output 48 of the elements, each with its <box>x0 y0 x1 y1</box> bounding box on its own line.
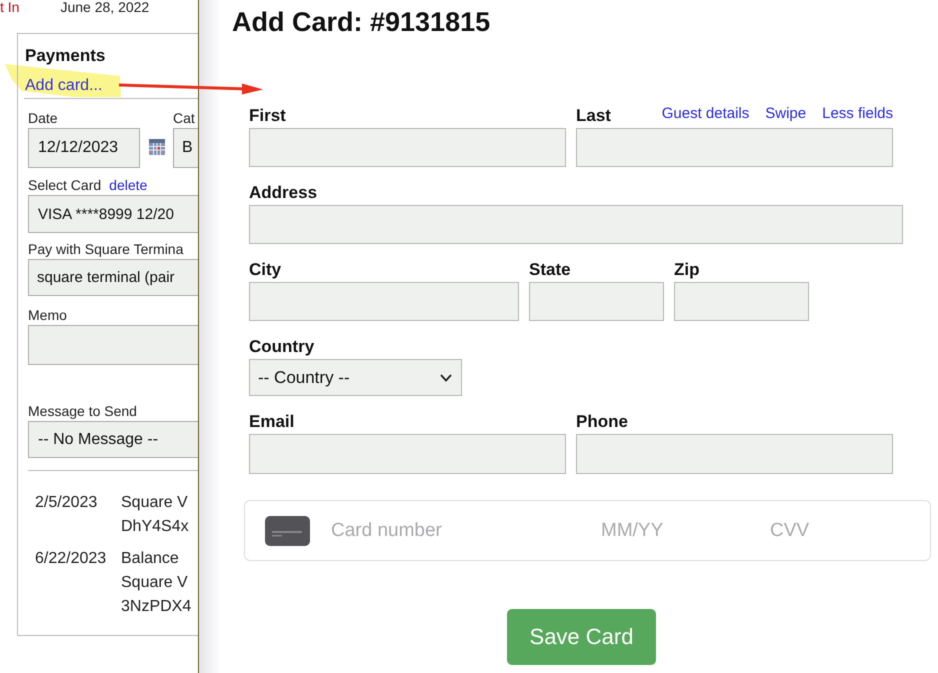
date-text: June 28, 2022 <box>60 0 150 14</box>
transaction-text: Balance <box>121 549 179 569</box>
text-field[interactable] <box>249 205 903 244</box>
transaction-text: Square V <box>121 493 188 513</box>
status-text: t In <box>0 0 20 14</box>
transaction-date: 6/22/2023 <box>35 549 108 569</box>
header-link[interactable]: Guest details <box>662 105 750 123</box>
transaction-date: 2/5/2023 <box>35 493 98 513</box>
transaction-text: DhY4S4x <box>121 517 189 537</box>
field-label: Phone <box>576 412 628 432</box>
field-label: Address <box>249 183 318 203</box>
card-select[interactable]: VISA ****8999 12/20 <box>28 195 198 233</box>
field-label: State <box>529 260 571 280</box>
field-label: City <box>249 260 282 280</box>
category-field[interactable]: B <box>173 128 198 168</box>
field-label: Memo <box>28 307 67 323</box>
text-field[interactable] <box>576 128 893 167</box>
select-field[interactable]: -- Country -- <box>249 359 462 396</box>
field-label: Pay with Square Termina <box>28 241 184 257</box>
field-label: First <box>249 106 286 126</box>
field-label: Zip <box>674 260 700 280</box>
memo-field[interactable] <box>28 325 198 365</box>
transaction-text: 3NzPDX4 <box>121 597 192 617</box>
delete-link[interactable]: delete <box>109 177 148 193</box>
field-label: Last <box>576 106 611 126</box>
card-icon <box>265 516 310 546</box>
calendar-icon[interactable] <box>149 139 165 155</box>
field-label: Country <box>249 337 314 357</box>
date-field[interactable]: 12/12/2023 <box>28 128 140 168</box>
transaction-text: Square V <box>121 573 188 593</box>
field-label: Message to Send <box>28 403 137 419</box>
text-field[interactable] <box>249 282 519 321</box>
text-field[interactable] <box>249 128 566 167</box>
text-field[interactable] <box>576 434 893 474</box>
field-label: Email <box>249 412 294 432</box>
field-label: Cat <box>173 110 195 126</box>
header-link[interactable]: Swipe <box>765 105 806 123</box>
text-field[interactable] <box>529 282 664 321</box>
dialog-title: Add Card: #9131815 <box>232 6 490 38</box>
field-label: Date <box>28 110 58 126</box>
terminal-select[interactable]: square terminal (pair <box>28 259 198 296</box>
chevron-down-icon <box>440 374 452 382</box>
section-title: Payments <box>25 46 106 66</box>
header-link[interactable]: Less fields <box>822 105 893 123</box>
message-select[interactable]: -- No Message -- <box>28 421 198 458</box>
field-label: Select Card <box>28 177 102 193</box>
text-field[interactable] <box>249 434 566 474</box>
text-field[interactable] <box>674 282 809 321</box>
